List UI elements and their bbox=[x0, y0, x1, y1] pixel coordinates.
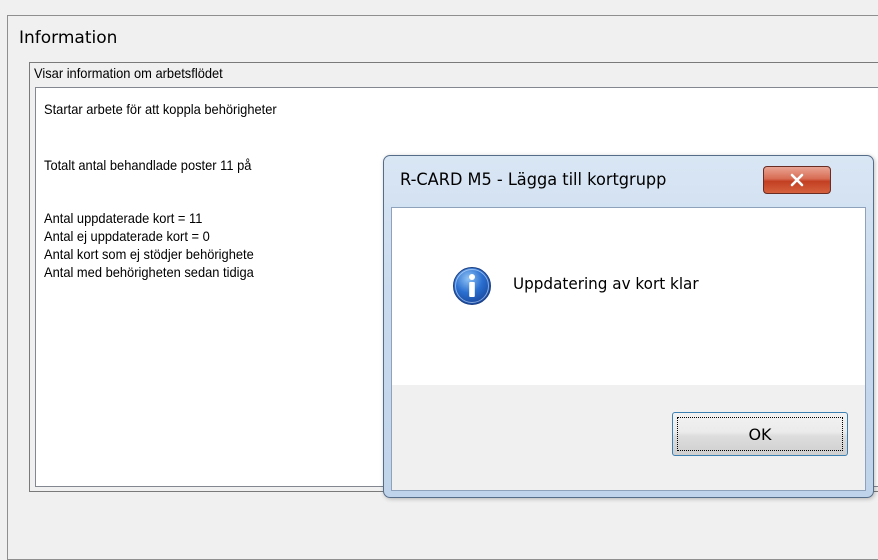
log-line: Antal med behörigheten sedan tidiga bbox=[44, 264, 254, 280]
ok-button-label: OK bbox=[748, 424, 772, 444]
close-icon bbox=[764, 167, 830, 193]
ok-button[interactable]: OK bbox=[672, 412, 848, 456]
dialog-title: R-CARD M5 - Lägga till kortgrupp bbox=[400, 170, 667, 190]
log-line: Antal uppdaterade kort = 11 bbox=[44, 210, 203, 226]
section-title: Information bbox=[19, 28, 118, 48]
dialog-message: Uppdatering av kort klar bbox=[513, 274, 699, 293]
close-button[interactable] bbox=[763, 166, 831, 194]
log-line: Antal kort som ej stödjer behörighete bbox=[44, 246, 254, 262]
log-line: Antal ej uppdaterade kort = 0 bbox=[44, 228, 210, 244]
log-line: Totalt antal behandlade poster 11 på bbox=[44, 157, 252, 173]
log-line: Startar arbete för att koppla behörighet… bbox=[44, 101, 277, 117]
dialog-body: Uppdatering av kort klar OK bbox=[391, 207, 866, 491]
message-dialog: R-CARD M5 - Lägga till kortgrupp Uppdate… bbox=[383, 155, 874, 498]
group-box-label: Visar information om arbetsflödet bbox=[34, 65, 223, 81]
message-panel: Uppdatering av kort klar bbox=[392, 208, 865, 385]
info-icon bbox=[452, 266, 492, 306]
